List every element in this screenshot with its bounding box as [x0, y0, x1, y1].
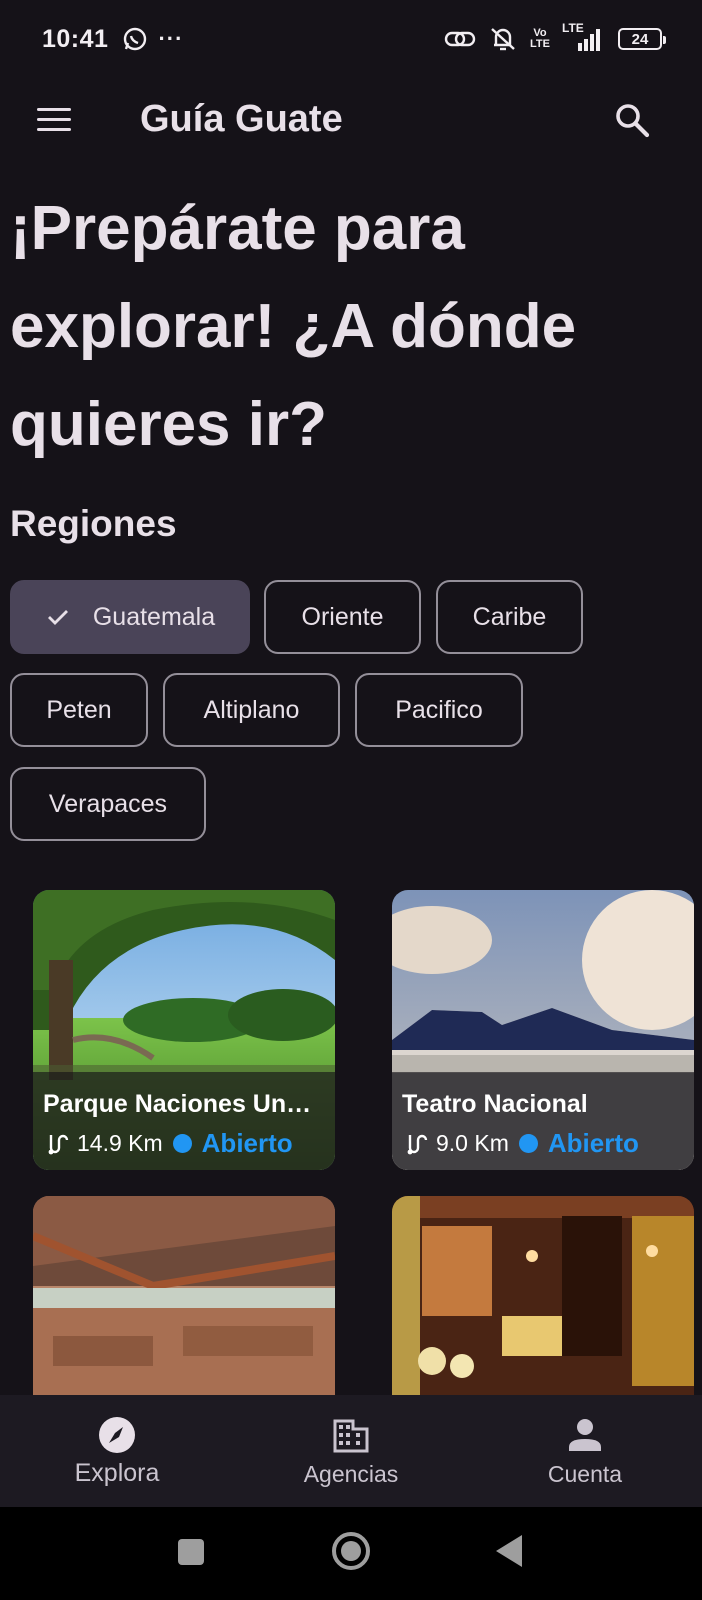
place-name: Teatro Nacional — [402, 1090, 588, 1118]
place-distance: 14.9 Km — [77, 1130, 163, 1156]
chip-oriente[interactable]: Oriente — [264, 580, 421, 654]
status-bar: 10:41 ··· Vo LTE LTE 24 — [0, 0, 702, 78]
train-car-interior-photo — [392, 1196, 694, 1395]
system-navigation-bar — [0, 1507, 702, 1600]
search-button[interactable] — [612, 100, 654, 142]
nav-label: Agencias — [303, 1461, 399, 1487]
chip-guatemala[interactable]: Guatemala — [10, 580, 250, 654]
compass-icon — [99, 1417, 135, 1453]
circle-icon — [332, 1532, 370, 1570]
chip-peten[interactable]: Peten — [10, 673, 148, 747]
person-icon — [569, 1419, 601, 1451]
whatsapp-icon — [124, 27, 147, 51]
check-icon — [47, 610, 68, 625]
mute-icon — [491, 28, 515, 51]
chip-label: Pacifico — [395, 695, 483, 724]
overflow-indicator: ··· — [158, 26, 184, 51]
battery-icon: 24 — [618, 28, 666, 50]
place-card-teatro[interactable]: Teatro Nacional 9.0 Km Abierto — [392, 890, 694, 1170]
place-meta: 9.0 Km Abierto — [404, 1128, 639, 1159]
place-meta: 14.9 Km Abierto — [45, 1128, 293, 1159]
bottom-navigation: Explora Agencias Cuenta — [0, 1395, 702, 1507]
place-status: Abierto — [547, 1128, 639, 1158]
chip-label: Oriente — [301, 602, 384, 631]
chip-label: Verapaces — [48, 789, 168, 818]
regions-title: Regiones — [10, 503, 177, 544]
place-card-archaeological-site[interactable] — [33, 1196, 335, 1395]
chip-label: Peten — [46, 695, 112, 724]
app-bar: Guía Guate — [0, 82, 702, 158]
search-icon — [616, 104, 650, 138]
signal-bars-icon — [578, 29, 600, 51]
volte-icon: Vo LTE — [530, 28, 550, 50]
chip-label: Caribe — [472, 602, 547, 631]
link-icon — [444, 31, 476, 47]
back-button[interactable] — [494, 1533, 524, 1569]
nav-label: Explora — [74, 1459, 160, 1487]
chip-caribe[interactable]: Caribe — [436, 580, 583, 654]
battery-level: 24 — [631, 30, 649, 48]
nav-agencias[interactable]: Agencias — [234, 1395, 468, 1507]
place-card-parque[interactable]: Parque Naciones Un… 14.9 Km Abierto — [33, 890, 335, 1170]
nav-explora[interactable]: Explora — [0, 1395, 234, 1507]
recents-button[interactable] — [176, 1537, 206, 1567]
menu-button[interactable] — [34, 104, 74, 136]
place-distance: 9.0 Km — [436, 1130, 509, 1156]
app-title: Guía Guate — [140, 98, 343, 140]
chip-altiplano[interactable]: Altiplano — [163, 673, 340, 747]
home-button[interactable] — [331, 1531, 371, 1571]
nav-label: Cuenta — [547, 1461, 623, 1487]
page-headline: ¡Prepárate para explorar! ¿A dónde quier… — [10, 194, 577, 459]
signal-icon: LTE — [562, 21, 606, 53]
back-triangle-icon — [496, 1535, 522, 1567]
nav-cuenta[interactable]: Cuenta — [468, 1395, 702, 1507]
route-icon — [48, 1134, 69, 1154]
route-icon — [407, 1134, 428, 1154]
status-dot — [518, 1134, 538, 1153]
chip-pacifico[interactable]: Pacifico — [355, 673, 523, 747]
chip-label: Guatemala — [92, 602, 216, 631]
building-icon — [333, 1419, 369, 1453]
volte-bottom-label: LTE — [530, 38, 550, 50]
place-status: Abierto — [201, 1128, 293, 1158]
chip-label: Altiplano — [203, 695, 300, 724]
chip-verapaces[interactable]: Verapaces — [10, 767, 206, 841]
place-name: Parque Naciones Un… — [43, 1090, 312, 1118]
place-card-train[interactable] — [392, 1196, 694, 1395]
status-time: 10:41 — [42, 24, 109, 53]
square-icon — [178, 1539, 204, 1565]
status-dot — [172, 1134, 192, 1153]
archaeological-site-photo — [33, 1196, 335, 1395]
